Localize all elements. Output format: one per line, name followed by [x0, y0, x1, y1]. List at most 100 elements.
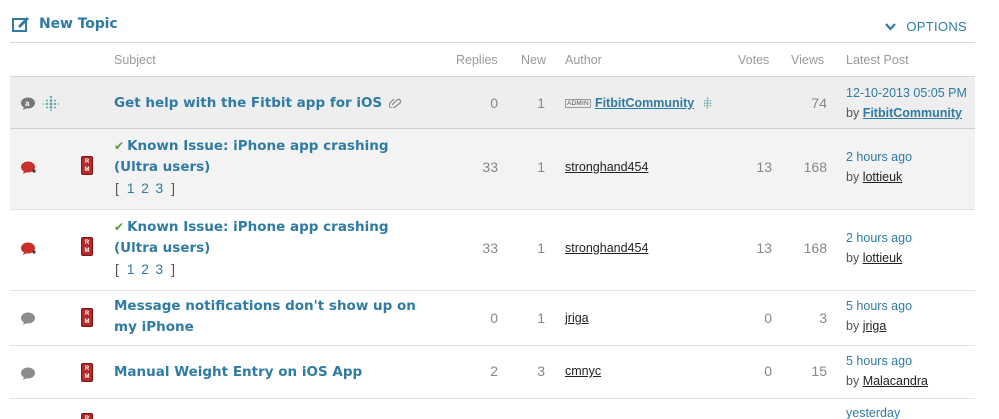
latest-post-author: by lottieuk: [846, 248, 912, 268]
new-topic-label: New Topic: [39, 16, 118, 32]
latest-post-time[interactable]: 12-10-2013 05:05 PM: [846, 83, 967, 103]
new-count: 1: [537, 95, 545, 111]
topic-subject-text: Known Issue: iPhone app crashing (Ultra …: [114, 219, 389, 256]
latest-author-link[interactable]: lottieuk: [863, 251, 903, 265]
attachment-icon: [388, 98, 402, 109]
by-label: by: [846, 319, 860, 333]
topic-subject-link[interactable]: Message notifications don't show up on m…: [114, 296, 434, 338]
latest-post-author: by FitbitCommunity: [846, 103, 967, 123]
rm-badge-icon: RM: [81, 237, 93, 256]
table-header: Subject Replies New Author Votes Views L…: [10, 43, 975, 77]
new-count: 1: [537, 240, 545, 256]
by-label: by: [846, 251, 860, 265]
topic-subject-link[interactable]: ✔ Known Issue: iPhone app crashing (Ultra…: [114, 136, 434, 178]
options-label: OPTIONS: [906, 19, 967, 34]
author-link[interactable]: stronghand454: [565, 160, 648, 174]
admin-badge: ADMIN: [565, 99, 591, 108]
page-link-3[interactable]: 3: [155, 261, 163, 277]
latest-post-cell: 2 hours ago by lottieuk: [846, 228, 912, 268]
column-header-author[interactable]: Author: [565, 53, 602, 67]
topic-subject-text: Get help with the Fitbit app for iOS: [114, 95, 383, 111]
compose-icon: [12, 17, 29, 32]
column-header-new[interactable]: New: [521, 53, 546, 67]
column-header-replies[interactable]: Replies: [456, 53, 498, 67]
announcement-bubble-icon: a: [21, 97, 35, 110]
topic-subject-text: Manual Weight Entry on iOS App: [114, 364, 363, 380]
author-link[interactable]: stronghand454: [565, 241, 648, 255]
latest-author-link[interactable]: jriga: [863, 319, 887, 333]
unread-bubble-icon: [21, 161, 36, 174]
by-label: by: [846, 374, 860, 388]
topic-subject-text: Known Issue: iPhone app crashing (Ultra …: [114, 138, 389, 175]
views-count: 3: [819, 310, 827, 326]
page-link-3[interactable]: 3: [155, 180, 163, 196]
options-menu-button[interactable]: OPTIONS: [885, 19, 967, 34]
rm-badge-icon: RM: [81, 413, 93, 419]
author-link[interactable]: FitbitCommunity: [595, 96, 694, 110]
topic-toolbar: New Topic OPTIONS: [10, 0, 975, 43]
replies-count: 33: [482, 240, 498, 256]
latest-author-link[interactable]: Malacandra: [863, 374, 928, 388]
topic-subject-text: Message notifications don't show up on m…: [114, 298, 416, 335]
replies-count: 0: [490, 310, 498, 326]
latest-author-link[interactable]: lottieuk: [863, 170, 903, 184]
topic-pages: [ 123 ]: [115, 261, 175, 277]
solved-check-icon: ✔: [114, 220, 125, 234]
pages-close-bracket: ]: [171, 180, 176, 196]
new-count: 1: [537, 159, 545, 175]
views-count: 168: [803, 159, 827, 175]
page-link-2[interactable]: 2: [141, 180, 149, 196]
rm-badge-icon: RM: [81, 156, 93, 175]
views-count: 74: [811, 95, 827, 111]
latest-post-author: by jriga: [846, 316, 912, 336]
fitbit-logo-icon: [42, 95, 60, 111]
svg-text:a: a: [25, 99, 30, 108]
latest-post-cell: 12-10-2013 05:05 PM by FitbitCommunity: [846, 83, 967, 123]
author-link[interactable]: jriga: [565, 311, 589, 325]
new-topic-button[interactable]: New Topic: [12, 16, 118, 32]
replies-count: 0: [490, 95, 498, 111]
column-header-votes[interactable]: Votes: [738, 53, 769, 67]
table-row: a Get help with the Fitbit app for iOS 0…: [10, 77, 975, 129]
table-row: RM yesterday: [10, 399, 975, 419]
votes-count: 13: [756, 159, 772, 175]
votes-count: 0: [764, 363, 772, 379]
page-link-2[interactable]: 2: [141, 261, 149, 277]
votes-count: 0: [764, 310, 772, 326]
topic-subject-link[interactable]: ✔ Known Issue: iPhone app crashing (Ultra…: [114, 217, 434, 259]
rm-badge-icon: RM: [81, 363, 93, 382]
rm-badge-icon: RM: [81, 308, 93, 327]
table-row: RM Message notifications don't show up o…: [10, 291, 975, 346]
latest-post-cell: yesterday: [846, 403, 900, 419]
author-link[interactable]: cmnyc: [565, 364, 601, 378]
replies-count: 2: [490, 363, 498, 379]
latest-post-time[interactable]: yesterday: [846, 403, 900, 419]
pages-close-bracket: ]: [171, 261, 176, 277]
column-header-views[interactable]: Views: [791, 53, 824, 67]
topic-subject-link[interactable]: Manual Weight Entry on iOS App: [114, 362, 434, 383]
latest-post-time[interactable]: 2 hours ago: [846, 147, 912, 167]
column-header-subject[interactable]: Subject: [114, 53, 156, 67]
latest-post-time[interactable]: 2 hours ago: [846, 228, 912, 248]
page-link-1[interactable]: 1: [127, 261, 135, 277]
pages-open-bracket: [: [115, 261, 120, 277]
read-bubble-icon: [21, 367, 35, 380]
solved-check-icon: ✔: [114, 139, 125, 153]
topic-pages: [ 123 ]: [115, 180, 175, 196]
by-label: by: [846, 106, 860, 120]
topic-subject-link[interactable]: Get help with the Fitbit app for iOS: [114, 93, 434, 114]
new-count: 1: [537, 310, 545, 326]
latest-author-link[interactable]: FitbitCommunity: [863, 106, 962, 120]
column-header-latest-post[interactable]: Latest Post: [846, 53, 909, 67]
by-label: by: [846, 170, 860, 184]
latest-post-cell: 5 hours ago by jriga: [846, 296, 912, 336]
replies-count: 33: [482, 159, 498, 175]
latest-post-time[interactable]: 5 hours ago: [846, 351, 928, 371]
topic-table: Subject Replies New Author Votes Views L…: [10, 43, 975, 419]
latest-post-time[interactable]: 5 hours ago: [846, 296, 912, 316]
table-row: RM ✔ Known Issue: iPhone app crashing (Ul…: [10, 129, 975, 210]
table-row: RM ✔ Known Issue: iPhone app crashing (Ul…: [10, 210, 975, 291]
page-link-1[interactable]: 1: [127, 180, 135, 196]
fitbit-logo-icon: [703, 97, 711, 109]
author-cell: ADMIN FitbitCommunity: [565, 96, 714, 110]
